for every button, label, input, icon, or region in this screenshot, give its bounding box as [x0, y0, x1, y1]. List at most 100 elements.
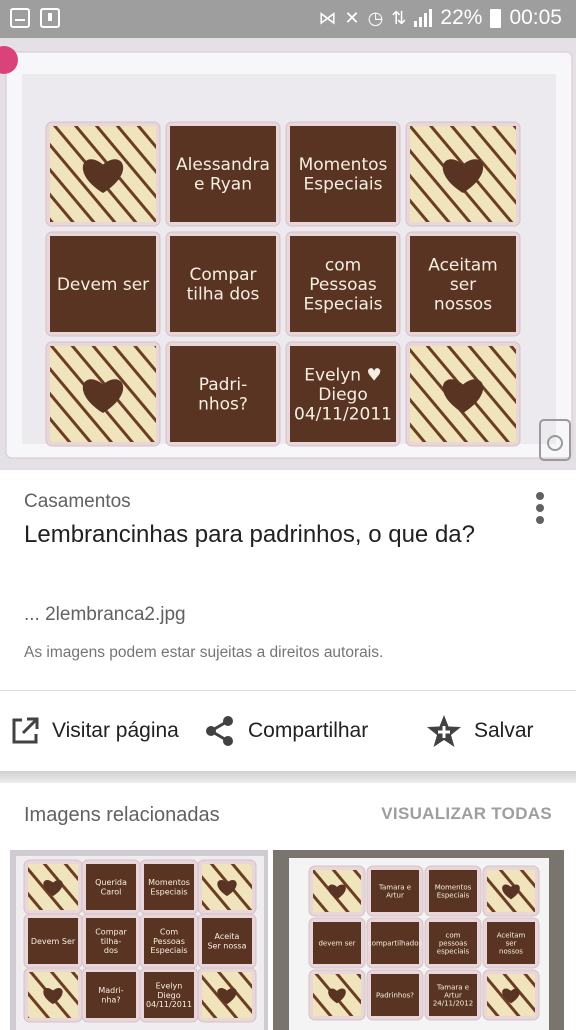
bonbon-text: Madri-	[98, 986, 123, 995]
thumbnail-photo-2: Tamara eArturMomentosEspeciaisdevem ser c…	[273, 850, 564, 1030]
bonbon	[405, 341, 521, 447]
bonbon-text: Evelyn ♥	[304, 365, 381, 385]
bonbon-text: Devem ser	[57, 275, 149, 295]
bonbon: Padrinhos?	[366, 969, 424, 1021]
section-separator	[0, 771, 576, 783]
bonbon: Devem ser	[45, 231, 161, 337]
clock: 00:05	[509, 6, 562, 29]
bonbon: Compartilha dos	[165, 231, 281, 337]
bonbon-text: tilha-	[101, 937, 122, 946]
result-filename: ... 2lembranca2.jpg	[24, 604, 186, 625]
bonbon: devem ser	[308, 917, 366, 969]
bonbon-text: Pessoas	[309, 275, 377, 295]
mute-icon: ✕	[344, 7, 360, 29]
related-thumbnail-2[interactable]: Tamara e Artur Momentos Especiais devem ser c…	[273, 850, 564, 1030]
save-star-icon	[427, 715, 461, 747]
nfc-icon: ⋈	[318, 7, 337, 29]
bonbon-text: Ser nossa	[207, 941, 246, 950]
bonbon	[45, 121, 161, 227]
save-label: Salvar	[474, 719, 534, 742]
bonbon: Evelyn ♥Diego04/11/2011	[285, 341, 401, 447]
bonbon-text: Pessoas	[153, 937, 185, 946]
bonbon: Padri-nhos?	[165, 341, 281, 447]
bonbon-text: Com	[160, 928, 178, 937]
bonbon: AceitaSer nossa	[197, 913, 257, 969]
alarm-icon: ◷	[367, 7, 384, 29]
bonbon-text: Padrinhos?	[376, 991, 414, 999]
battery-percent: 22%	[440, 6, 483, 29]
download-icon	[40, 8, 60, 28]
view-all-button[interactable]: VISUALIZAR TODAS	[381, 804, 552, 824]
related-images-section: Imagens relacionadas VISUALIZAR TODAS Qu…	[0, 783, 576, 1030]
status-bar: ⋈ ✕ ◷ ⇅ 22% 00:05	[0, 0, 576, 38]
bonbon: Aceitamsernossos	[405, 231, 521, 337]
bonbon-text: ser	[450, 275, 476, 295]
action-bar: Visitar página Compartilhar Salvar	[0, 691, 576, 771]
bonbon: Alessandrae Ryan	[165, 121, 281, 227]
bonbon-text: com	[325, 255, 361, 275]
bonbon-text: Tamara e	[436, 983, 469, 991]
bonbon-text: dos	[104, 946, 118, 955]
bonbon-text: Querida	[95, 878, 127, 887]
open-external-icon	[12, 717, 39, 744]
bonbon	[23, 967, 83, 1023]
bonbon-text: Especiais	[304, 175, 383, 195]
bonbon: ComPessoasEspeciais	[139, 913, 199, 969]
bonbon	[405, 121, 521, 227]
bonbon-text: Compar	[95, 928, 127, 937]
data-icon: ⇅	[391, 7, 407, 29]
bonbon-text: Alessandra	[176, 155, 270, 175]
bonbon-text: Artur	[444, 991, 462, 999]
visit-page-button[interactable]: Visitar página	[10, 691, 179, 771]
bonbon-text: Especiais	[437, 891, 470, 899]
share-icon	[206, 716, 233, 746]
bonbon	[23, 859, 83, 915]
more-options-icon[interactable]	[530, 492, 550, 532]
bonbon-text: Tamara e	[378, 883, 411, 891]
bonbon-text: Momentos	[148, 878, 190, 887]
bonbon	[482, 969, 540, 1021]
bonbon-text: Diego	[157, 991, 180, 1000]
share-button[interactable]: Compartilhar	[204, 691, 368, 771]
bonbon: Tamara eArtur	[366, 865, 424, 917]
bonbon: compartilhados	[366, 917, 424, 969]
bonbon-text: 04/11/2011	[146, 1000, 192, 1009]
bonbon-text: Evelyn	[156, 982, 183, 991]
bonbon-text: nossos	[434, 295, 492, 315]
hero-image[interactable]: Alessandra e Ryan Momentos Especiais Devem s…	[0, 38, 576, 470]
bonbon: Compartilha-dos	[81, 913, 141, 969]
bonbon: EvelynDiego04/11/2011	[139, 967, 199, 1023]
bonbon-text: tilha dos	[187, 285, 260, 305]
bonbon-text: e Ryan	[194, 175, 252, 195]
thumbnail-photo-1: QueridaCarolMomentosEspeciaisDevem SerCo…	[10, 850, 268, 1030]
related-images-title: Imagens relacionadas	[24, 804, 220, 826]
bonbon	[482, 865, 540, 917]
bonbon-text: Especiais	[150, 887, 187, 896]
signal-icon	[414, 9, 433, 27]
bonbon	[45, 341, 161, 447]
bonbon-text: Momentos	[299, 155, 388, 175]
bonbon-text: pessoas	[439, 939, 468, 947]
bonbon	[308, 969, 366, 1021]
bonbon-text: especiais	[437, 948, 470, 956]
bonbon-text: Devem Ser	[31, 937, 76, 946]
bonbon-text: devem ser	[318, 939, 355, 947]
bonbon	[197, 859, 257, 915]
bonbon-text: Aceita	[215, 932, 240, 941]
bonbon-text: compartilhados	[368, 939, 423, 947]
bonbon-text: nhos?	[198, 395, 248, 415]
bonbon-text: 24/11/2012	[433, 1000, 473, 1008]
result-title[interactable]: Lembrancinhas para padrinhos, o que da?	[24, 518, 484, 552]
save-button[interactable]: Salvar	[426, 691, 534, 771]
bonbon-text: nossos	[499, 948, 523, 956]
source-site[interactable]: Casamentos	[24, 491, 131, 513]
share-label: Compartilhar	[248, 719, 369, 742]
bonbon: QueridaCarol	[81, 859, 141, 915]
bonbon: MomentosEspeciais	[285, 121, 401, 227]
bonbon-text: Diego	[318, 385, 367, 405]
chocolate-box-photo: Alessandrae RyanMomentosEspeciaisDevem s…	[0, 38, 576, 470]
result-info: Casamentos Lembrancinhas para padrinhos,…	[0, 470, 576, 690]
related-thumbnail-1[interactable]: Querida Carol Momentos Especiais Devem Ser Co…	[10, 850, 268, 1030]
screenshot-icon	[10, 8, 30, 28]
bonbon: MomentosEspeciais	[139, 859, 199, 915]
